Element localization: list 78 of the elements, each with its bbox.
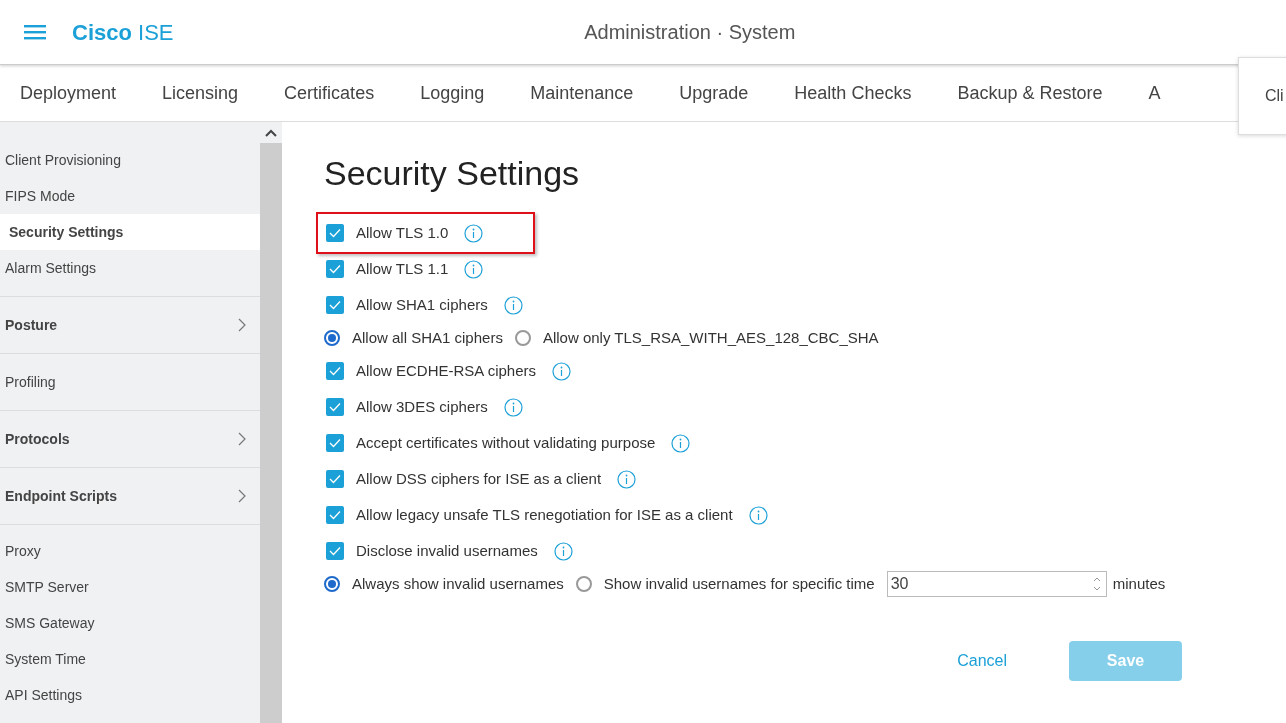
option-label: Show invalid usernames for specific time	[603, 573, 875, 594]
checkmark-icon	[329, 228, 341, 238]
checkmark-icon	[329, 438, 341, 448]
number-field[interactable]: 30	[886, 571, 1107, 597]
checkmark-icon	[329, 402, 341, 412]
option-label: Allow TLS 1.1	[356, 258, 449, 279]
sidebar-item[interactable]: Protocols	[0, 421, 260, 457]
menu-icon[interactable]	[24, 24, 46, 40]
info-icon[interactable]	[464, 223, 484, 243]
option-label: Allow all SHA1 ciphers	[352, 327, 503, 348]
info-icon[interactable]	[464, 259, 484, 279]
sidebar-item[interactable]: Alarm Settings	[0, 250, 260, 286]
checkmark-icon	[329, 510, 341, 520]
checkbox[interactable]	[326, 506, 344, 524]
tab[interactable]: A	[1128, 65, 1181, 121]
tab[interactable]: Maintenance	[510, 65, 654, 121]
info-icon[interactable]	[617, 469, 637, 489]
option-label: Allow DSS ciphers for ISE as a client	[356, 468, 602, 489]
sidebar-item[interactable]: FIPS Mode	[0, 178, 260, 214]
radio-button[interactable]	[514, 330, 531, 346]
info-icon[interactable]	[748, 505, 768, 525]
checkmark-icon	[329, 366, 341, 376]
info-icon[interactable]	[503, 397, 523, 417]
radio-button[interactable]	[324, 330, 340, 346]
option-label: Accept certificates without validating purpose	[356, 432, 656, 453]
chevron-right-icon	[238, 318, 246, 332]
checkbox[interactable]	[326, 260, 344, 278]
tab[interactable]: Deployment	[0, 65, 137, 121]
checkbox[interactable]	[326, 434, 344, 452]
checkbox[interactable]	[326, 362, 344, 380]
sidebar-item[interactable]: Profiling	[0, 364, 260, 400]
option-label: Allow only TLS_RSA_WITH_AES_128_CBC_SHA	[542, 327, 879, 348]
tab[interactable]: Certificates	[264, 65, 395, 121]
chevron-right-icon	[238, 489, 246, 503]
checkmark-icon	[329, 264, 341, 274]
checkbox[interactable]	[326, 296, 344, 314]
option-label: Allow legacy unsafe TLS renegotiation for ISE as a client	[356, 504, 733, 525]
checkbox[interactable]	[326, 398, 344, 416]
checkbox[interactable]	[326, 470, 344, 488]
scroll-up-icon[interactable]	[265, 128, 277, 137]
checkmark-icon	[329, 474, 341, 484]
option-label: Allow 3DES ciphers	[356, 396, 488, 417]
tab[interactable]: Logging	[400, 65, 505, 121]
info-icon[interactable]	[671, 433, 691, 453]
checkmark-icon	[329, 546, 341, 556]
sidebar-item[interactable]: System Time	[0, 641, 260, 677]
tab[interactable]: Health Checks	[774, 65, 932, 121]
checkbox[interactable]	[326, 542, 344, 560]
spinner-arrows-icon[interactable]	[1091, 575, 1102, 593]
tab[interactable]: Licensing	[142, 65, 259, 121]
page-heading: Administration · System	[584, 20, 796, 45]
sidebar-item[interactable]: Client Provisioning	[0, 142, 260, 178]
scrollbar[interactable]	[260, 122, 282, 723]
info-icon[interactable]	[553, 541, 573, 561]
sidebar-item[interactable]: Endpoint Scripts	[0, 478, 260, 514]
option-label: Allow TLS 1.0	[356, 222, 449, 243]
sidebar-item[interactable]: Security Settings	[0, 214, 260, 250]
info-icon[interactable]	[552, 361, 572, 381]
radio-button[interactable]	[575, 576, 592, 592]
option-label: Always show invalid usernames	[352, 573, 564, 594]
sidebar-item[interactable]: API Settings	[0, 677, 260, 713]
sidebar-item[interactable]: Posture	[0, 307, 260, 343]
checkbox[interactable]	[326, 224, 344, 242]
chevron-right-icon	[238, 432, 246, 446]
option-label: Disclose invalid usernames	[356, 540, 538, 561]
popup-text[interactable]: Cli	[1265, 84, 1284, 108]
checkmark-icon	[329, 300, 341, 310]
sidebar-item[interactable]: SMTP Server	[0, 569, 260, 605]
tab[interactable]: Upgrade	[659, 65, 769, 121]
radio-button[interactable]	[324, 576, 340, 592]
unit-label: minutes	[1112, 573, 1166, 594]
sidebar-item[interactable]: Proxy	[0, 533, 260, 569]
option-label: Allow ECDHE-RSA ciphers	[356, 360, 537, 381]
option-label: Allow SHA1 ciphers	[356, 294, 488, 315]
section-title: Security Settings	[324, 153, 581, 194]
tab[interactable]: Backup & Restore	[937, 65, 1123, 121]
info-icon[interactable]	[503, 295, 523, 315]
sidebar-item[interactable]: SMS Gateway	[0, 605, 260, 641]
